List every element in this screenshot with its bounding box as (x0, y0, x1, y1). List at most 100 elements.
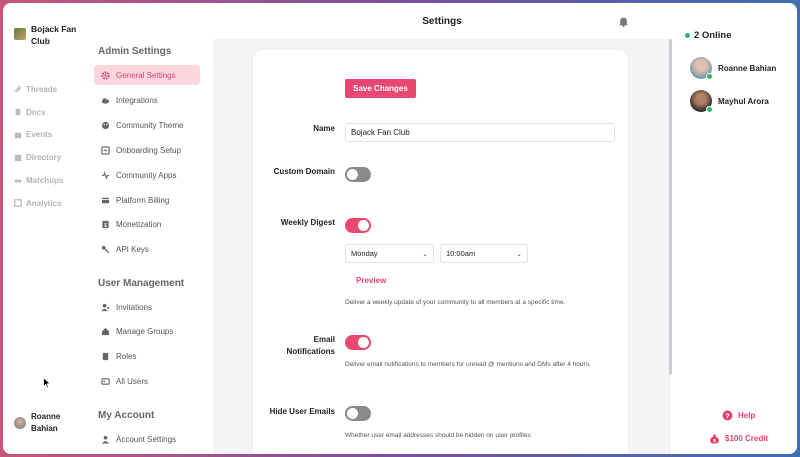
sidebar-item-general-settings[interactable]: General Settings (94, 65, 200, 85)
save-button[interactable]: Save Changes (345, 79, 416, 98)
digest-day-select[interactable]: Monday ⌄ (345, 244, 434, 263)
help-icon: ? (722, 410, 733, 421)
sidebar-item-monetization[interactable]: $ Monetization (94, 214, 200, 234)
org-avatar (14, 28, 26, 40)
weekly-digest-toggle[interactable] (345, 218, 371, 233)
sidebar-item-community-apps[interactable]: Community Apps (94, 165, 200, 185)
nav-item-label: Events (26, 130, 53, 140)
sidebar-item-label: Manage Groups (116, 326, 174, 336)
nav-item-label: Matchups (26, 176, 64, 186)
monetization-icon: $ (102, 220, 109, 228)
my-account-heading: My Account (98, 410, 155, 421)
digest-time-select[interactable]: 10:00am ⌄ (440, 244, 528, 263)
sidebar-item-all-users[interactable]: All Users (94, 371, 200, 391)
svg-text:$: $ (713, 438, 716, 444)
sidebar-item-label: All Users (116, 376, 149, 386)
digest-day-value: Monday (351, 249, 378, 258)
mouse-cursor-icon (43, 377, 51, 389)
docs-icon (15, 108, 21, 116)
online-dot-icon (685, 33, 690, 38)
digest-description: Deliver a weekly update of your communit… (345, 299, 566, 306)
analytics-icon (14, 199, 22, 208)
current-user-name: Roanne Bahian (31, 412, 61, 433)
nav-item-matchups[interactable]: Matchups (14, 169, 63, 192)
online-count-label: 2 Online (694, 30, 732, 41)
apps-icon (101, 170, 110, 180)
sidebar-item-manage-groups[interactable]: Manage Groups (94, 321, 200, 341)
users-icon (101, 377, 110, 385)
weekly-digest-label: Weekly Digest (280, 218, 335, 227)
account-icon (101, 435, 110, 444)
online-count: 2 Online (685, 30, 731, 41)
nav-item-docs[interactable]: Docs (14, 101, 63, 124)
sidebar-item-label: Roles (116, 351, 137, 361)
toggle-knob (358, 337, 369, 348)
member-item[interactable]: Mayhul Arora (690, 90, 769, 113)
sidebar-item-community-theme[interactable]: Community Theme (94, 115, 200, 135)
threads-icon (14, 85, 22, 94)
sidebar-item-label: Platform Billing (116, 195, 170, 205)
groups-icon (101, 327, 110, 335)
help-label: Help (738, 411, 756, 420)
sidebar-item-integrations[interactable]: Integrations (94, 90, 200, 110)
credit-label: $100 Credit (725, 434, 769, 443)
name-label: Name (313, 124, 335, 133)
avatar (690, 57, 713, 80)
billing-icon (101, 197, 110, 203)
preview-link[interactable]: Preview (356, 276, 386, 285)
email-notifications-toggle[interactable] (345, 335, 371, 350)
nav-item-label: Directory (26, 153, 62, 163)
chevron-down-icon: ⌄ (422, 250, 428, 258)
sidebar-item-label: Integrations (116, 95, 158, 105)
sidebar-item-onboarding-setup[interactable]: Onboarding Setup (94, 140, 200, 160)
online-status-icon (706, 73, 713, 80)
sidebar-item-label: Community Theme (116, 120, 184, 130)
sidebar-item-account-settings[interactable]: Account Settings (94, 429, 200, 449)
nav-item-label: Threads (26, 84, 58, 94)
invite-icon (101, 303, 110, 311)
nav-item-directory[interactable]: Directory (14, 146, 63, 169)
nav-item-threads[interactable]: Threads (14, 78, 63, 101)
custom-domain-label: Custom Domain (273, 167, 335, 176)
email-notifications-label: Email Notifications (223, 334, 335, 358)
current-user[interactable]: Roanne Bahian (14, 411, 71, 435)
online-status-icon (706, 106, 713, 113)
sidebar-item-label: Account Settings (116, 434, 177, 444)
sidebar-item-roles[interactable]: Roles (94, 346, 200, 366)
nav-item-analytics[interactable]: Analytics (14, 192, 63, 215)
sidebar-item-label: Invitations (116, 302, 153, 312)
chevron-down-icon: ⌄ (516, 250, 522, 258)
sidebar-item-invitations[interactable]: Invitations (94, 297, 200, 317)
directory-icon (14, 154, 22, 161)
hide-user-emails-toggle[interactable] (345, 406, 371, 421)
name-field[interactable]: Bojack Fan Club (345, 123, 615, 142)
sidebar-item-api-keys[interactable]: API Keys (94, 239, 200, 259)
nav-item-events[interactable]: Events (14, 124, 63, 147)
svg-text:$: $ (104, 222, 107, 228)
toggle-knob (358, 220, 369, 231)
custom-domain-toggle[interactable] (345, 167, 371, 182)
sidebar-item-label: Community Apps (116, 170, 177, 180)
avatar (690, 90, 713, 113)
avatar (14, 417, 26, 429)
nav-item-label: Docs (26, 107, 46, 117)
org-switcher[interactable]: Bojack Fan Club (14, 23, 86, 47)
user-management-heading: User Management (98, 278, 185, 289)
member-item[interactable]: Roanne Bahian (690, 57, 777, 80)
digest-time-value: 10:00am (446, 249, 476, 258)
member-name: Roanne Bahian (718, 63, 777, 73)
help-button[interactable]: ? Help (722, 410, 755, 421)
events-icon (14, 132, 22, 139)
nav-item-label: Analytics (26, 198, 62, 208)
hide-user-emails-description: Whether user email addresses should be h… (345, 432, 531, 439)
sidebar-item-label: Onboarding Setup (116, 145, 181, 155)
member-name: Mayhul Arora (718, 96, 769, 106)
sidebar-item-platform-billing[interactable]: Platform Billing (94, 190, 200, 210)
matchups-icon (14, 178, 22, 183)
hide-user-emails-label: Hide User Emails (269, 407, 335, 416)
credit-button[interactable]: $ $100 Credit (709, 433, 768, 444)
svg-text:?: ? (725, 411, 730, 420)
email-notifications-label-line-1: Email (313, 335, 335, 344)
sidebar-item-label: Monetization (116, 219, 162, 229)
settings-sidebar: Admin Settings General Settings Integrat… (93, 3, 213, 454)
